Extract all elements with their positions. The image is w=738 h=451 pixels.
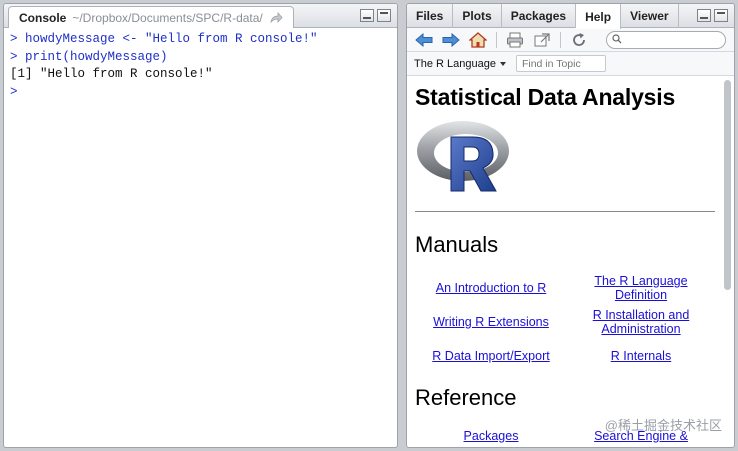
manual-link[interactable]: R Data Import/Export xyxy=(415,341,567,371)
manuals-link-grid: An Introduction to R The R Language Defin… xyxy=(415,273,717,371)
console-header: Console ~/Dropbox/Documents/SPC/R-data/ xyxy=(4,4,397,28)
document-title: Statistical Data Analysis xyxy=(415,84,676,110)
tab-help[interactable]: Help xyxy=(576,4,622,29)
tab-files[interactable]: Files xyxy=(407,4,454,28)
maximize-icon[interactable] xyxy=(377,9,391,22)
tab-plots[interactable]: Plots xyxy=(453,4,502,28)
topic-dropdown-label: The R Language xyxy=(414,57,496,70)
help-document: Statistical Data Analysis Manuals An Int… xyxy=(407,78,734,447)
maximize-icon[interactable] xyxy=(714,9,728,22)
toolbar-separator xyxy=(496,31,497,48)
reference-link[interactable]: Packages xyxy=(415,429,567,443)
scroll-thumb[interactable] xyxy=(724,80,731,290)
console-tab-title: Console xyxy=(19,10,67,25)
help-toolbar xyxy=(407,28,734,52)
help-pane-tabbar: Files Plots Packages Help Viewer xyxy=(407,4,734,29)
forward-arrow-icon[interactable] xyxy=(440,31,462,49)
console-tab[interactable]: Console ~/Dropbox/Documents/SPC/R-data/ xyxy=(8,6,294,28)
topic-dropdown[interactable]: The R Language xyxy=(414,58,506,70)
help-scrollbar[interactable] xyxy=(723,80,732,445)
help-search-box[interactable] xyxy=(606,30,726,49)
reference-heading: Reference xyxy=(415,385,517,410)
manuals-heading: Manuals xyxy=(415,232,499,257)
help-window-controls xyxy=(697,9,728,22)
print-icon[interactable] xyxy=(504,31,526,49)
manual-link[interactable]: Writing R Extensions xyxy=(415,307,567,337)
console-window-controls xyxy=(360,9,391,22)
manual-link[interactable]: R Installation and Administration xyxy=(567,307,715,337)
minimize-icon[interactable] xyxy=(360,9,374,22)
back-arrow-icon[interactable] xyxy=(413,31,435,49)
help-subbar: The R Language xyxy=(407,52,734,76)
go-to-directory-icon[interactable] xyxy=(269,11,283,24)
console-output[interactable]: > howdyMessage <- "Hello from R console!… xyxy=(4,28,397,104)
manual-link[interactable]: R Internals xyxy=(567,341,715,371)
open-in-new-window-icon[interactable] xyxy=(531,31,553,49)
find-in-topic-input[interactable] xyxy=(515,55,606,72)
manual-link[interactable]: The R Language Definition xyxy=(567,273,715,303)
console-output-line: [1] "Hello from R console!" xyxy=(10,67,213,81)
toolbar-separator xyxy=(560,31,561,48)
console-pane: Console ~/Dropbox/Documents/SPC/R-data/ … xyxy=(3,3,398,448)
refresh-icon[interactable] xyxy=(568,31,590,49)
tab-packages[interactable]: Packages xyxy=(502,4,577,28)
help-search-input[interactable] xyxy=(625,33,721,46)
manual-link[interactable]: An Introduction to R xyxy=(415,273,567,303)
tab-viewer[interactable]: Viewer xyxy=(621,4,679,28)
console-command-line: > howdyMessage <- "Hello from R console!… xyxy=(10,32,318,46)
home-icon[interactable] xyxy=(467,31,489,49)
horizontal-rule xyxy=(415,211,715,212)
watermark: @稀土掘金技术社区 xyxy=(604,418,722,433)
working-directory-path: ~/Dropbox/Documents/SPC/R-data/ xyxy=(72,10,263,25)
r-logo xyxy=(415,117,511,195)
console-command-line: > print(howdyMessage) xyxy=(10,49,168,64)
search-icon xyxy=(612,31,622,49)
console-command-line: > xyxy=(10,84,18,99)
minimize-icon[interactable] xyxy=(697,9,711,22)
chevron-down-icon xyxy=(499,61,506,66)
help-pane: Files Plots Packages Help Viewer The R L… xyxy=(406,3,735,448)
